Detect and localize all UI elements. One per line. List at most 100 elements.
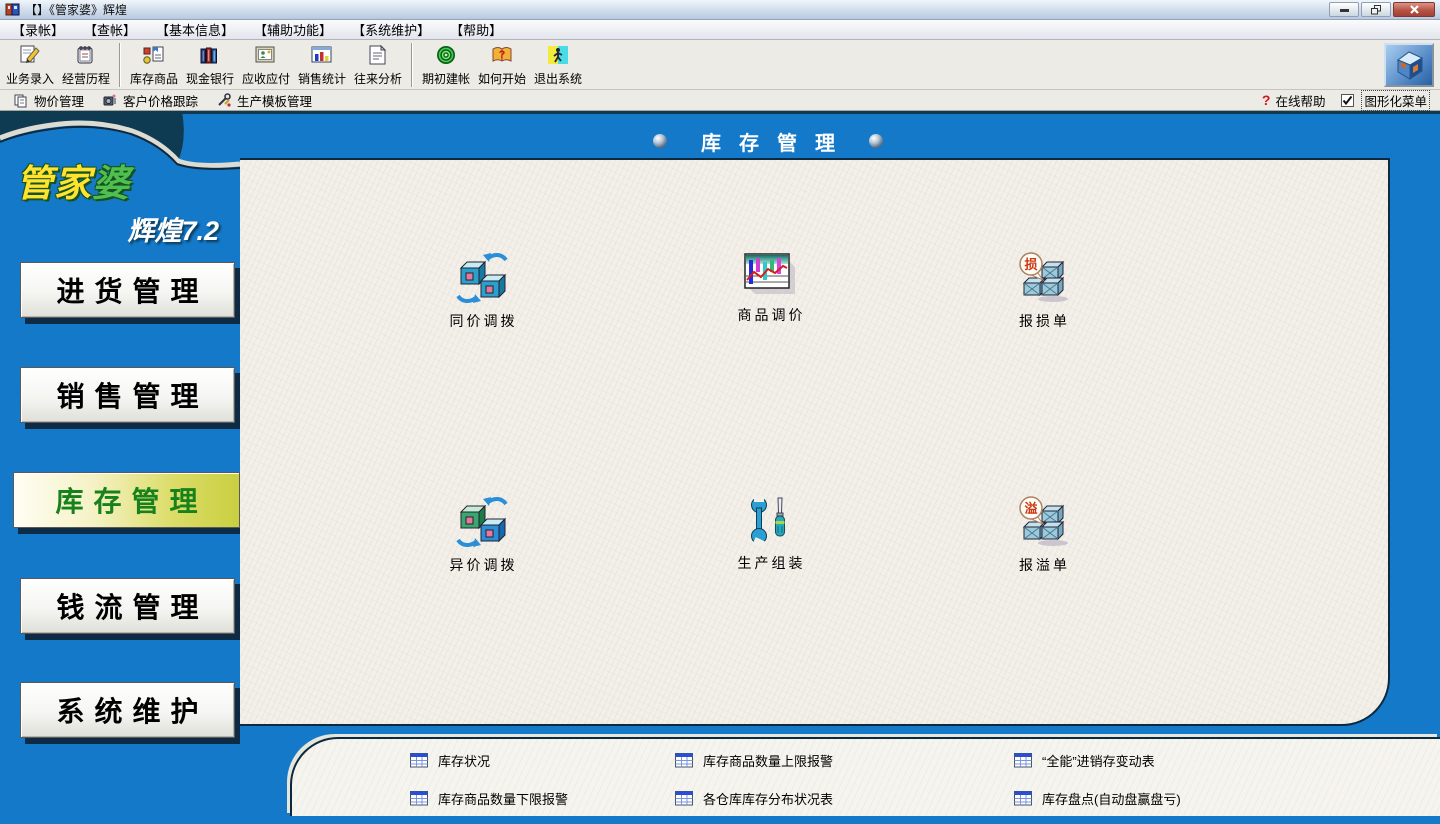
- app-icon: [5, 2, 20, 17]
- toolbar-item-cash-bank[interactable]: 现金银行: [182, 42, 238, 88]
- price-management-icon: [13, 92, 29, 108]
- toolbar-label: 经营历程: [62, 70, 110, 87]
- toolbar-item-business-history[interactable]: 经营历程: [58, 42, 114, 88]
- table-report-icon: [1014, 753, 1032, 768]
- production-template-icon: [216, 92, 232, 108]
- minimize-icon: [1340, 8, 1349, 12]
- restore-button[interactable]: [1361, 2, 1391, 17]
- sidebar-item-system-maintain[interactable]: 系统维护: [20, 682, 235, 738]
- sphere-icon: [653, 134, 667, 148]
- goods-price-adjust-icon: [743, 252, 797, 298]
- menu-item-basic-info[interactable]: 【基本信息】: [146, 19, 244, 40]
- menu-item-help[interactable]: 【帮助】: [440, 19, 512, 40]
- toolbar2-item-price-management[interactable]: 物价管理: [4, 91, 93, 110]
- feature-label: 报损单: [1019, 311, 1070, 331]
- brand-part2: 婆: [92, 163, 130, 204]
- sphere-icon: [869, 134, 883, 148]
- toolbar2-label: 生产模板管理: [237, 91, 312, 110]
- menu-item-record[interactable]: 【录帐】: [2, 19, 74, 40]
- sidebar-item-label: 库存管理: [55, 480, 207, 520]
- overflow-stamp-text: 溢: [1024, 501, 1037, 516]
- cube-logo-icon: [1391, 49, 1427, 81]
- menu-item-auxiliary[interactable]: 【辅助功能】: [244, 19, 342, 40]
- feature-label: 报溢单: [1019, 555, 1070, 575]
- svg-text:?: ?: [499, 49, 506, 61]
- report-lower-limit-alarm[interactable]: 库存商品数量下限报警: [410, 789, 568, 808]
- sidebar-item-label: 钱流管理: [56, 586, 208, 626]
- toolbar-item-business-entry[interactable]: 业务录入: [2, 42, 58, 88]
- graphical-menu-label[interactable]: 图形化菜单: [1361, 90, 1430, 111]
- toolbar2-item-customer-price-tracking[interactable]: 客户价格跟踪: [93, 91, 207, 110]
- table-report-icon: [675, 791, 693, 806]
- sidebar-item-inventory[interactable]: 库存管理: [13, 472, 240, 528]
- toolbar-item-initial-accounts[interactable]: 期初建帐: [418, 42, 474, 88]
- report-warehouse-distribution[interactable]: 各仓库库存分布状况表: [675, 789, 833, 808]
- window-controls: [1329, 2, 1435, 17]
- cash-bank-icon: [197, 43, 223, 69]
- brand-wordmark: 管家婆: [16, 153, 231, 207]
- toolbar-item-exit-system[interactable]: 退出系统: [530, 42, 586, 88]
- toolbar2-label: 客户价格跟踪: [123, 91, 198, 110]
- report-upper-limit-alarm[interactable]: 库存商品数量上限报警: [675, 751, 833, 770]
- sidebar-logo: 管家婆 辉煌7.2: [16, 153, 231, 248]
- table-report-icon: [1014, 791, 1032, 806]
- online-help-link[interactable]: ? 在线帮助: [1253, 91, 1335, 110]
- toolbar-item-receivable-payable[interactable]: 应收应付: [238, 42, 294, 88]
- titlebar: 【】《管家婆》辉煌: [0, 0, 1440, 20]
- loss-report-icon: 损: [1015, 252, 1071, 304]
- toolbar-label: 往来分析: [354, 70, 402, 87]
- toolbar2-label: 物价管理: [34, 91, 84, 110]
- toolbar-label: 库存商品: [130, 70, 178, 87]
- sidebar-item-sales[interactable]: 销售管理: [20, 367, 235, 423]
- initial-accounts-icon: [433, 43, 459, 69]
- minimize-button[interactable]: [1329, 2, 1359, 17]
- feature-label: 生产组装: [738, 553, 806, 573]
- close-icon: [1410, 5, 1419, 14]
- brand-edition: 辉煌7.2: [16, 209, 231, 248]
- sidebar-item-purchase[interactable]: 进货管理: [20, 262, 235, 318]
- feature-loss-report[interactable]: 损 报损单: [978, 252, 1108, 331]
- report-almighty-change-table[interactable]: “全能”进销存变动表: [1014, 751, 1155, 770]
- menu-item-system-maintain[interactable]: 【系统维护】: [342, 19, 440, 40]
- secondary-toolbar: 物价管理 客户价格跟踪 生产模板管理 ? 在线帮助 图形化菜单: [0, 90, 1440, 111]
- toolbar-item-sales-statistics[interactable]: 销售统计: [294, 42, 350, 88]
- toolbar-label: 销售统计: [298, 70, 346, 87]
- toolbar2-item-production-template[interactable]: 生产模板管理: [207, 91, 321, 110]
- receivable-payable-icon: [253, 43, 279, 69]
- inventory-goods-icon: [141, 43, 167, 69]
- report-stocktaking[interactable]: 库存盘点(自动盘赢盘亏): [1014, 789, 1181, 808]
- sidebar-item-label: 进货管理: [56, 270, 208, 310]
- toolbar-item-transactions-analysis[interactable]: 往来分析: [350, 42, 406, 88]
- toolbar-label: 如何开始: [478, 70, 526, 87]
- production-assembly-icon: [745, 496, 795, 546]
- report-label: 库存商品数量下限报警: [438, 789, 568, 808]
- toolbar-label: 期初建帐: [422, 70, 470, 87]
- main-region: 管家婆 辉煌7.2 进货管理 销售管理 库存管理 钱流管理 系统维护 库存管理: [0, 111, 1440, 824]
- toolbar-item-inventory-goods[interactable]: 库存商品: [126, 42, 182, 88]
- close-button[interactable]: [1393, 2, 1435, 17]
- feature-production-assembly[interactable]: 生产组装: [705, 496, 835, 573]
- main-toolbar: 业务录入 经营历程 库存商品 现金银行 应收应付 销售统计 往来分析: [0, 40, 1440, 90]
- online-help-label: 在线帮助: [1275, 91, 1325, 110]
- feature-diff-price-transfer[interactable]: 异价调拨: [417, 496, 547, 575]
- how-to-start-icon: ?: [489, 43, 515, 69]
- overflow-report-icon: 溢: [1015, 496, 1071, 548]
- report-inventory-status[interactable]: 库存状况: [410, 751, 490, 770]
- toolbar-separator: [119, 43, 121, 87]
- feature-label: 同价调拨: [450, 311, 518, 331]
- report-label: 库存商品数量上限报警: [703, 751, 833, 770]
- toolbar-item-how-to-start[interactable]: ? 如何开始: [474, 42, 530, 88]
- report-label: 库存状况: [438, 751, 490, 770]
- menu-item-check-accounts[interactable]: 【查帐】: [74, 19, 146, 40]
- window-title: 【】《管家婆》辉煌: [25, 1, 1329, 18]
- feature-same-price-transfer[interactable]: 同价调拨: [417, 252, 547, 331]
- cube-logo-button[interactable]: [1384, 43, 1434, 87]
- graphical-menu-checkbox[interactable]: [1341, 94, 1354, 107]
- feature-goods-price-adjust[interactable]: 商品调价: [705, 252, 835, 325]
- sidebar-item-cashflow[interactable]: 钱流管理: [20, 578, 235, 634]
- loss-stamp-text: 损: [1024, 257, 1037, 272]
- reports-panel: 库存状况 库存商品数量上限报警 “全能”进销存变动表 库存商品数量下限报警 各仓…: [290, 737, 1440, 816]
- toolbar-label: 退出系统: [534, 70, 582, 87]
- business-history-icon: [73, 43, 99, 69]
- feature-overflow-report[interactable]: 溢 报溢单: [978, 496, 1108, 575]
